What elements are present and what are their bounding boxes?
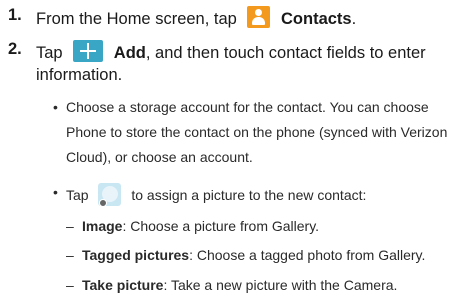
bullet-text-line: Tap to assign a picture to the new conta… — [66, 183, 367, 207]
bullet-text-line: Cloud), or choose an account. — [66, 149, 253, 165]
step-number: 1. — [8, 6, 22, 24]
step-pre-text: From the Home screen, tap — [36, 10, 237, 28]
sub-item-label: Take picture — [82, 277, 164, 293]
add-label: Add — [113, 44, 146, 62]
bullet-marker: • — [53, 99, 58, 115]
sub-item-label: Image — [82, 218, 123, 234]
step-post-text: , and then touch contact fields to enter — [145, 44, 426, 62]
bullet-text-line: Choose a storage account for the contact… — [66, 99, 429, 115]
dash-marker: – — [66, 277, 74, 293]
sub-item-label: Tagged pictures — [82, 247, 190, 263]
contacts-icon — [247, 6, 271, 28]
sub-item-desc: : Take a new picture with the Camera. — [163, 277, 398, 293]
sub-item-text: Tagged pictures: Choose a tagged photo f… — [82, 246, 425, 264]
sub-item-text: Take picture: Take a new picture with th… — [82, 276, 397, 294]
bullet-marker: • — [53, 184, 58, 200]
sub-item-desc: : Choose a tagged photo from Gallery. — [189, 247, 426, 263]
contacts-label: Contacts — [281, 10, 352, 28]
sub-item-text: Image: Choose a picture from Gallery. — [82, 217, 319, 235]
sub-item-desc: : Choose a picture from Gallery. — [122, 218, 320, 234]
step-post-text: . — [351, 10, 357, 28]
bullet-pre-text: Tap — [66, 187, 89, 203]
step-text: From the Home screen, tap Contacts. — [36, 6, 356, 30]
step-text-line2: information. — [36, 66, 123, 84]
dash-marker: – — [66, 247, 74, 263]
instruction-document: 1. From the Home screen, tap Contacts. 2… — [0, 0, 465, 304]
bullet-text-line: Phone to store the contact on the phone … — [66, 124, 448, 140]
contact-picture-icon — [98, 183, 122, 207]
add-icon — [73, 40, 104, 62]
bullet-post-text: to assign a picture to the new contact: — [131, 187, 367, 203]
step-text: Tap Add, and then touch contact fields t… — [36, 40, 426, 64]
dash-marker: – — [66, 218, 74, 234]
step-number: 2. — [8, 40, 22, 58]
step-pre-text: Tap — [36, 44, 63, 62]
